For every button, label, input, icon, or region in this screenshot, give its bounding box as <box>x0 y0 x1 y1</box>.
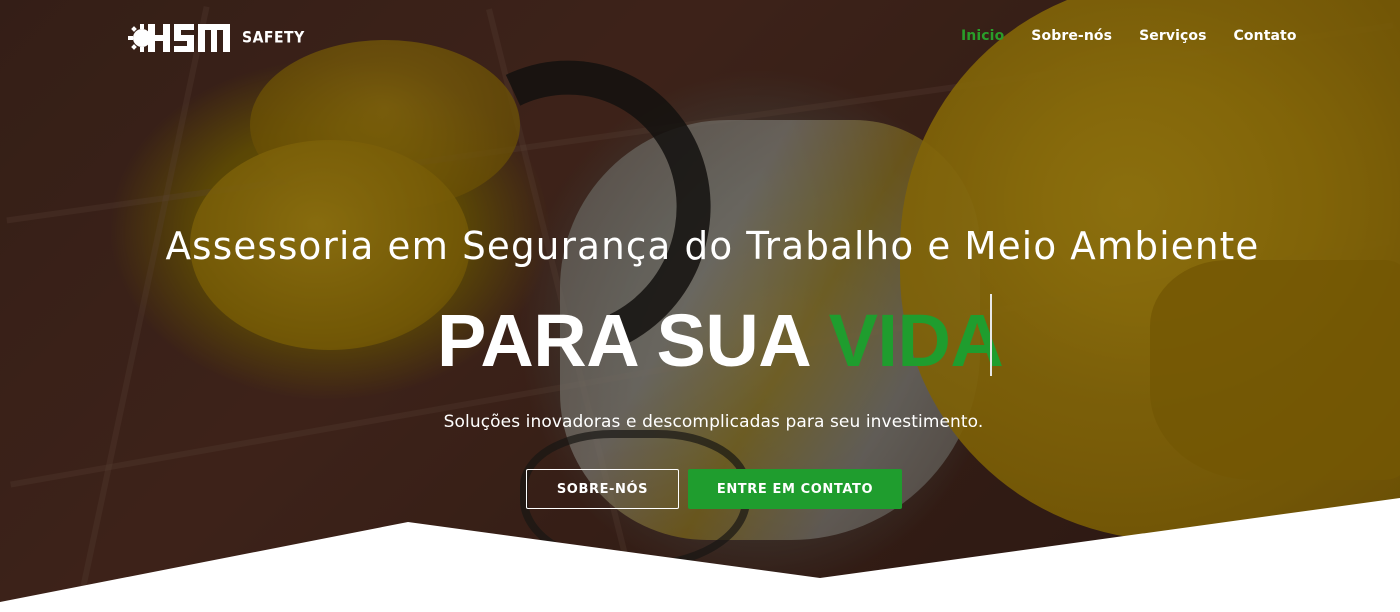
hero-tagline: PARA SUA VIDA <box>437 298 1004 383</box>
hero-bottom-divider <box>0 498 1400 612</box>
hero-subtitle: Soluções inovadoras e descomplicadas par… <box>443 412 984 432</box>
logo-text: SAFETY <box>242 28 305 48</box>
hsm-gear-logo-icon <box>128 24 230 52</box>
nav-item-inicio[interactable]: Inicio <box>961 28 1004 44</box>
brand-logo[interactable]: SAFETY <box>128 20 305 56</box>
nav-item-sobre-nos[interactable]: Sobre-nós <box>1031 28 1112 44</box>
hero-headline: Assessoria em Segurança do Trabalho e Me… <box>165 224 1260 268</box>
typing-cursor <box>990 294 992 376</box>
nav-item-contato[interactable]: Contato <box>1234 28 1297 44</box>
main-nav: Inicio Sobre-nós Serviços Contato <box>961 28 1297 44</box>
nav-item-servicos[interactable]: Serviços <box>1139 28 1206 44</box>
hero-tagline-accent: VIDA <box>828 299 1004 382</box>
hero-tagline-main: PARA SUA <box>437 299 829 382</box>
hero-section: SAFETY Inicio Sobre-nós Serviços Contato… <box>0 0 1400 612</box>
